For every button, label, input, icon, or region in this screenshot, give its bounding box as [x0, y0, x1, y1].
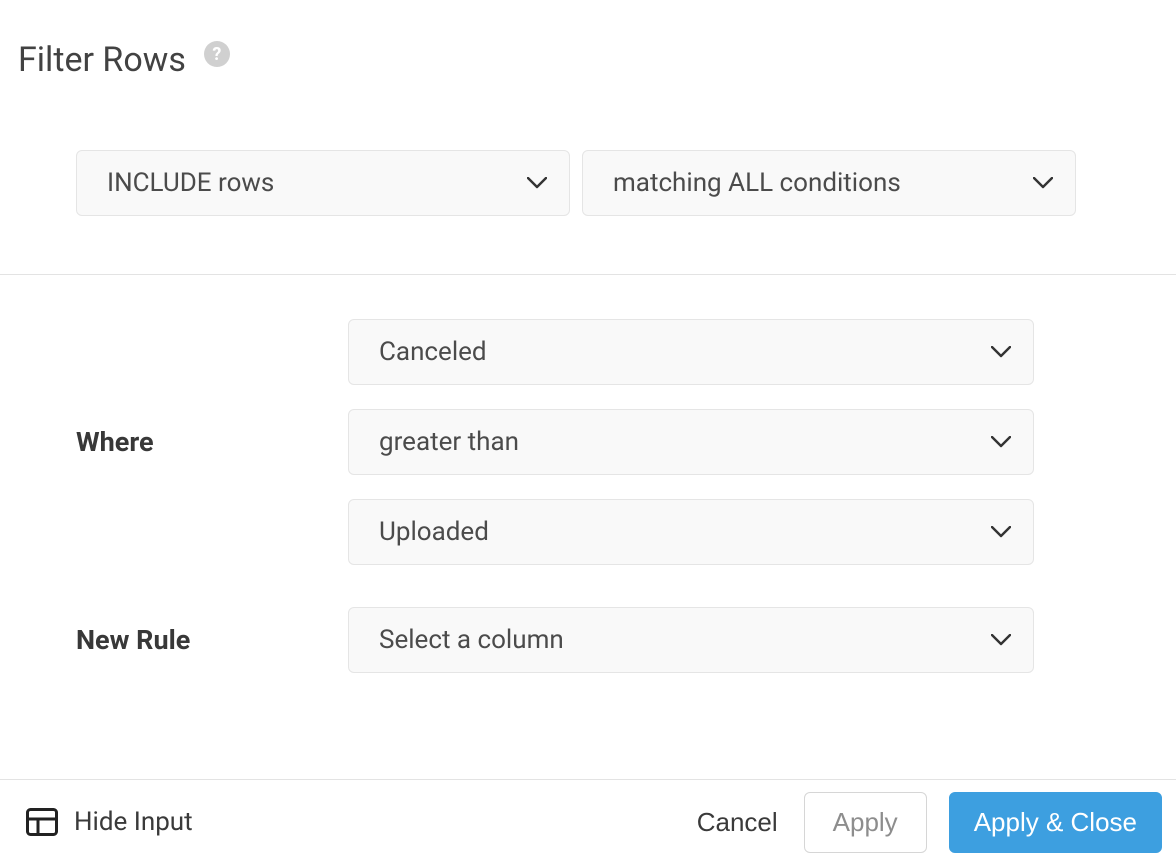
chevron-down-icon [991, 436, 1011, 448]
rule-value-select[interactable]: Uploaded [348, 499, 1034, 565]
where-label: Where [76, 426, 348, 458]
rule-operator-select[interactable]: greater than [348, 409, 1034, 475]
new-rule-column-select[interactable]: Select a column [348, 607, 1034, 673]
match-mode-value: matching ALL conditions [613, 168, 901, 198]
include-mode-select[interactable]: INCLUDE rows [76, 150, 570, 216]
table-icon [26, 808, 58, 836]
footer-bar: Hide Input Cancel Apply Apply & Close [0, 779, 1176, 864]
apply-close-button[interactable]: Apply & Close [949, 792, 1162, 853]
page-title: Filter Rows [18, 40, 186, 80]
rule-column-value: Canceled [379, 337, 487, 367]
hide-input-label: Hide Input [74, 807, 193, 837]
hide-input-toggle[interactable]: Hide Input [26, 807, 193, 837]
chevron-down-icon [991, 526, 1011, 538]
new-rule-label: New Rule [76, 624, 348, 656]
rule-column-select[interactable]: Canceled [348, 319, 1034, 385]
rule-operator-value: greater than [379, 427, 519, 457]
include-mode-value: INCLUDE rows [107, 168, 274, 198]
chevron-down-icon [527, 177, 547, 189]
chevron-down-icon [991, 634, 1011, 646]
chevron-down-icon [1033, 177, 1053, 189]
match-mode-select[interactable]: matching ALL conditions [582, 150, 1076, 216]
cancel-button[interactable]: Cancel [693, 801, 782, 844]
help-icon[interactable]: ? [204, 41, 230, 67]
chevron-down-icon [991, 346, 1011, 358]
rule-value-value: Uploaded [379, 517, 489, 547]
new-rule-placeholder: Select a column [379, 625, 564, 655]
apply-button[interactable]: Apply [804, 792, 927, 853]
